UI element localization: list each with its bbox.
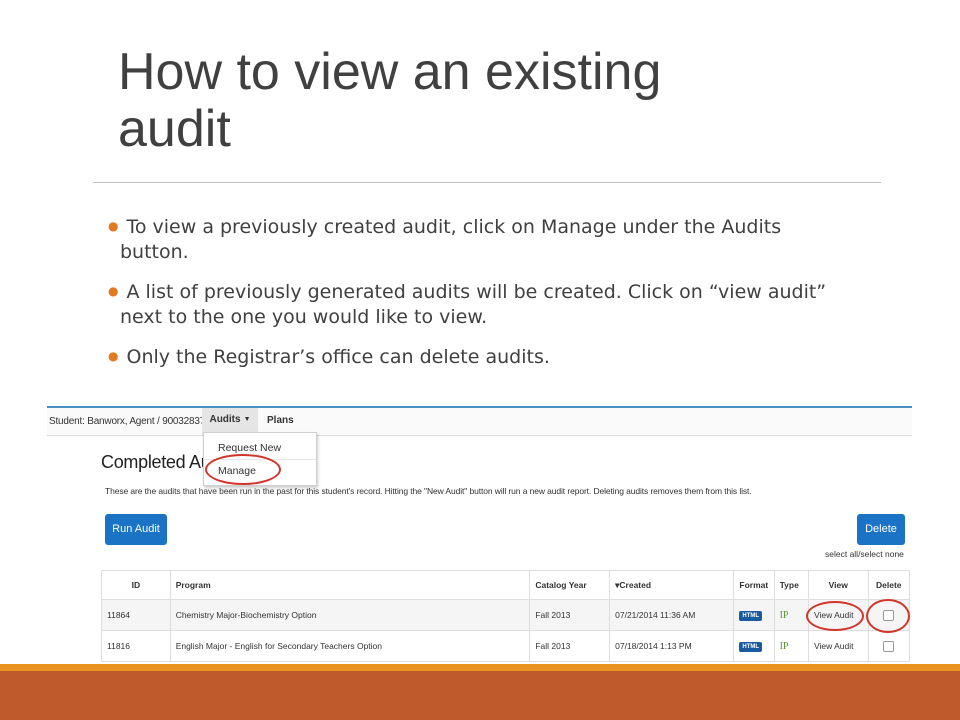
column-header-catalog-year[interactable]: Catalog Year [529,570,611,600]
caret-down-icon: ▼ [243,416,251,423]
audit-app-screenshot: Student: Banworx, Agent / 900328372 Audi… [47,406,912,666]
cell-format: HTML [733,630,775,662]
column-header-format[interactable]: Format [733,570,775,600]
bullet-item: ● Only the Registrar’s office can delete … [108,344,828,370]
column-header-view: View [807,570,869,600]
bullet-dot-icon: ● [108,284,119,298]
bullet-text: Only the Registrar’s office can delete a… [126,346,550,368]
bullet-dot-icon: ● [108,349,119,363]
slide-title: How to view an existing audit [118,44,838,158]
html-format-badge[interactable]: HTML [739,611,763,621]
cell-format: HTML [733,599,775,631]
bullet-text: To view a previously created audit, clic… [120,216,782,263]
cell-created: 07/18/2014 1:13 PM [609,630,735,662]
cell-id: 11816 [101,630,171,662]
cell-id: 11864 [101,599,171,631]
bullet-list: ● To view a previously created audit, cli… [108,214,828,384]
column-header-type[interactable]: Type [773,570,809,600]
bullet-dot-icon: ● [108,219,119,233]
audits-table: ID Program Catalog Year ▾Created Format … [101,570,911,662]
menu-item-request-new[interactable]: Request New [218,442,281,454]
table-header-row: ID Program Catalog Year ▾Created Format … [101,570,911,600]
title-divider [93,182,881,183]
type-value: IP [779,640,789,652]
cell-program: English Major - English for Secondary Te… [169,630,531,662]
column-header-id[interactable]: ID [101,570,171,600]
cell-type: IP [773,630,809,662]
delete-button[interactable]: Delete [857,514,905,545]
slide-title-line-2: audit [118,100,231,158]
bullet-item: ● To view a previously created audit, cli… [108,214,828,265]
delete-highlight-circle [866,599,910,633]
column-header-program[interactable]: Program [169,570,531,600]
cell-type: IP [773,599,809,631]
column-header-created-label: Created [619,579,652,590]
column-header-created[interactable]: ▾Created [609,570,735,600]
view-audit-highlight-circle [806,601,864,631]
select-all-link[interactable]: select all/select none [825,549,904,559]
cell-view: View Audit [807,630,869,662]
delete-checkbox[interactable] [883,640,895,652]
run-audit-button[interactable]: Run Audit [105,514,167,545]
html-format-badge[interactable]: HTML [739,642,763,652]
bullet-text: A list of previously generated audits wi… [120,281,827,328]
footer-accent-stripe [0,664,960,671]
app-navbar: Student: Banworx, Agent / 900328372 Audi… [47,408,912,436]
view-audit-link[interactable]: View Audit [814,641,854,651]
audits-menu-label: Audits [209,414,241,425]
cell-program: Chemistry Major-Biochemistry Option [169,599,531,631]
bullet-item: ● A list of previously generated audits w… [108,279,828,330]
cell-delete [867,630,911,662]
manage-highlight-circle [205,454,281,485]
type-value: IP [779,609,789,621]
cell-catalog-year: Fall 2013 [529,630,611,662]
audits-menu-button[interactable]: Audits ▼ [202,408,258,435]
slide-title-line-1: How to view an existing [118,43,662,101]
cell-created: 07/21/2014 11:36 AM [609,599,735,631]
table-row: 11864 Chemistry Major-Biochemistry Optio… [101,599,911,631]
cell-catalog-year: Fall 2013 [529,599,611,631]
table-row: 11816 English Major - English for Second… [101,630,911,662]
plans-menu-button[interactable]: Plans [267,415,294,426]
column-header-delete: Delete [867,570,911,600]
page-description: These are the audits that have been run … [105,486,752,496]
student-info: Student: Banworx, Agent / 900328372 [49,416,211,427]
footer-bar [0,671,960,720]
